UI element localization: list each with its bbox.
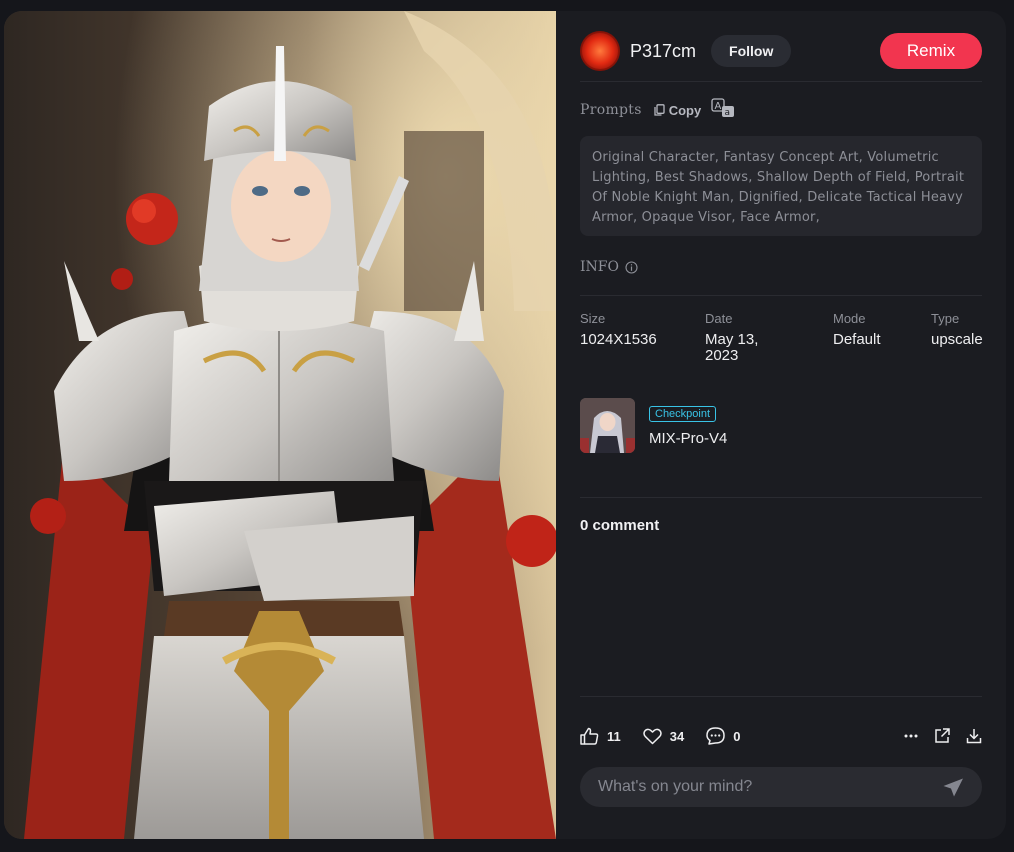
comments-count: 0 comment [580, 517, 660, 534]
meta-key: Mode [833, 311, 866, 326]
favorite-count: 34 [669, 728, 685, 744]
action-bar-right [888, 728, 982, 744]
model-card[interactable]: Checkpoint MIX-Pro-V4 [580, 398, 727, 453]
meta-mode: Mode Default [833, 311, 881, 348]
info-header: INFO [580, 259, 638, 275]
author-header: P317cm Follow [580, 31, 792, 71]
translate-icon[interactable]: A a [711, 97, 735, 123]
prompt-text: Original Character, Fantasy Concept Art,… [592, 150, 965, 225]
follow-button[interactable]: Follow [711, 35, 792, 67]
model-name[interactable]: MIX-Pro-V4 [649, 430, 727, 447]
comment-input[interactable] [598, 778, 943, 796]
meta-value: upscale [931, 331, 983, 348]
svg-text:A: A [715, 101, 722, 112]
comment-button[interactable]: 0 [706, 727, 740, 745]
download-icon[interactable] [966, 728, 982, 744]
comment-input-bar [580, 767, 982, 807]
meta-key: Date [705, 311, 733, 326]
author-name[interactable]: P317cm [630, 41, 696, 62]
artwork-detail-card: P317cm Follow Remix Prompts Copy A a Ori… [4, 11, 1006, 839]
prompt-box[interactable]: Original Character, Fantasy Concept Art,… [580, 136, 982, 236]
copy-label: Copy [668, 102, 702, 118]
meta-size: Size 1024X1536 [580, 311, 657, 348]
meta-key: Type [931, 311, 960, 326]
meta-value: Default [833, 331, 881, 348]
prompts-header: Prompts Copy A a [580, 97, 735, 123]
action-bar: 11 34 0 [580, 725, 982, 747]
model-thumbnail[interactable] [580, 398, 635, 453]
meta-date: Date May 13, 2023 [705, 311, 785, 364]
svg-text:a: a [725, 108, 731, 118]
info-icon[interactable] [625, 260, 638, 274]
divider [580, 295, 982, 296]
details-panel: P317cm Follow Remix Prompts Copy A a Ori… [556, 11, 1006, 839]
send-icon[interactable] [943, 778, 964, 797]
divider [580, 696, 982, 697]
heart-icon [643, 728, 662, 744]
artwork-image[interactable] [4, 11, 556, 839]
divider [580, 497, 982, 498]
remix-button[interactable]: Remix [880, 33, 982, 69]
copy-button[interactable]: Copy [654, 102, 702, 118]
prompts-label: Prompts [580, 102, 642, 118]
meta-type: Type upscale [931, 311, 983, 348]
meta-value: 1024X1536 [580, 331, 657, 348]
knight-illustration [4, 11, 556, 839]
favorite-button[interactable]: 34 [643, 728, 684, 745]
like-count: 11 [607, 728, 621, 744]
like-button[interactable]: 11 [580, 727, 621, 745]
model-info: Checkpoint MIX-Pro-V4 [649, 398, 727, 453]
more-icon[interactable] [904, 734, 918, 738]
comment-icon [706, 727, 725, 745]
comment-count: 0 [733, 728, 741, 744]
avatar[interactable] [580, 31, 620, 71]
checkpoint-badge: Checkpoint [649, 406, 717, 422]
meta-value: May 13, 2023 [705, 331, 759, 364]
copy-icon [654, 104, 665, 116]
info-label: INFO [580, 259, 619, 275]
divider [580, 81, 982, 82]
meta-key: Size [580, 311, 606, 326]
share-icon[interactable] [934, 728, 950, 744]
thumbs-up-icon [580, 727, 599, 745]
